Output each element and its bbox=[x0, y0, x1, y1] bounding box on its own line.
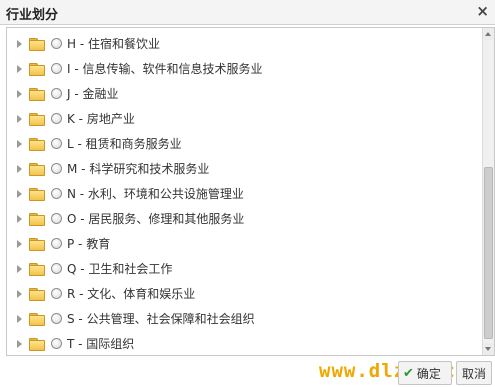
tree-item-t[interactable]: T - 国际组织 bbox=[7, 331, 483, 355]
tree-item-label[interactable]: I - 信息传输、软件和信息技术服务业 bbox=[67, 60, 263, 77]
tree-item-label[interactable]: O - 居民服务、修理和其他服务业 bbox=[67, 210, 244, 227]
expand-triangle-icon[interactable] bbox=[17, 289, 22, 298]
tree-item-label[interactable]: K - 房地产业 bbox=[67, 110, 135, 127]
scrollbar-thumb[interactable] bbox=[484, 167, 493, 339]
expand-triangle-icon[interactable] bbox=[17, 164, 22, 173]
folder-icon bbox=[29, 112, 45, 126]
tree-item-q[interactable]: Q - 卫生和社会工作 bbox=[7, 256, 483, 281]
tree-item-label[interactable]: M - 科学研究和技术服务业 bbox=[67, 160, 209, 177]
radio-button[interactable] bbox=[51, 338, 62, 349]
close-icon[interactable]: × bbox=[476, 2, 489, 20]
expand-triangle-icon[interactable] bbox=[17, 239, 22, 248]
radio-button[interactable] bbox=[51, 238, 62, 249]
expand-triangle-icon[interactable] bbox=[17, 189, 22, 198]
tree-item-h[interactable]: H - 住宿和餐饮业 bbox=[7, 31, 483, 56]
cancel-label: 取消 bbox=[461, 366, 486, 381]
tree-item-label[interactable]: N - 水利、环境和公共设施管理业 bbox=[67, 185, 244, 202]
folder-icon bbox=[29, 287, 45, 301]
folder-icon bbox=[29, 337, 45, 351]
folder-icon bbox=[29, 37, 45, 51]
tree-item-label[interactable]: J - 金融业 bbox=[67, 85, 119, 102]
radio-button[interactable] bbox=[51, 113, 62, 124]
radio-button[interactable] bbox=[51, 188, 62, 199]
expand-triangle-icon[interactable] bbox=[17, 139, 22, 148]
folder-icon bbox=[29, 212, 45, 226]
radio-button[interactable] bbox=[51, 63, 62, 74]
expand-triangle-icon[interactable] bbox=[17, 214, 22, 223]
radio-button[interactable] bbox=[51, 138, 62, 149]
expand-triangle-icon[interactable] bbox=[17, 114, 22, 123]
scroll-down-arrow-icon[interactable] bbox=[483, 343, 494, 355]
tree-item-p[interactable]: P - 教育 bbox=[7, 231, 483, 256]
tree-item-label[interactable]: S - 公共管理、社会保障和社会组织 bbox=[67, 310, 255, 327]
check-icon: ✔ bbox=[403, 365, 414, 381]
folder-icon bbox=[29, 237, 45, 251]
folder-icon bbox=[29, 162, 45, 176]
folder-icon bbox=[29, 187, 45, 201]
radio-button[interactable] bbox=[51, 313, 62, 324]
vertical-scrollbar[interactable] bbox=[482, 28, 494, 355]
folder-icon bbox=[29, 87, 45, 101]
dialog-titlebar: 行业划分 × bbox=[0, 0, 495, 25]
tree-item-o[interactable]: O - 居民服务、修理和其他服务业 bbox=[7, 206, 483, 231]
radio-button[interactable] bbox=[51, 163, 62, 174]
folder-icon bbox=[29, 262, 45, 276]
confirm-button[interactable]: ✔ 确定 bbox=[398, 361, 452, 385]
tree-item-s[interactable]: S - 公共管理、社会保障和社会组织 bbox=[7, 306, 483, 331]
tree-item-label[interactable]: T - 国际组织 bbox=[67, 335, 134, 352]
expand-triangle-icon[interactable] bbox=[17, 339, 22, 348]
expand-triangle-icon[interactable] bbox=[17, 264, 22, 273]
tree-item-i[interactable]: I - 信息传输、软件和信息技术服务业 bbox=[7, 56, 483, 81]
tree-item-label[interactable]: L - 租赁和商务服务业 bbox=[67, 135, 182, 152]
dialog-title: 行业划分 bbox=[6, 8, 59, 23]
radio-button[interactable] bbox=[51, 213, 62, 224]
expand-triangle-icon[interactable] bbox=[17, 39, 22, 48]
dialog-footer: www.dlztb.com ✔ 确定 取消 bbox=[0, 357, 495, 387]
tree-panel: H - 住宿和餐饮业 I - 信息传输、软件和信息技术服务业 J - 金融业 K… bbox=[6, 27, 495, 356]
radio-button[interactable] bbox=[51, 88, 62, 99]
tree-item-m[interactable]: M - 科学研究和技术服务业 bbox=[7, 156, 483, 181]
cancel-button[interactable]: 取消 bbox=[456, 361, 492, 385]
folder-icon bbox=[29, 312, 45, 326]
tree-item-label[interactable]: R - 文化、体育和娱乐业 bbox=[67, 285, 195, 302]
expand-triangle-icon[interactable] bbox=[17, 89, 22, 98]
tree-item-label[interactable]: P - 教育 bbox=[67, 235, 110, 252]
expand-triangle-icon[interactable] bbox=[17, 314, 22, 323]
tree-item-label[interactable]: H - 住宿和餐饮业 bbox=[67, 35, 160, 52]
radio-button[interactable] bbox=[51, 263, 62, 274]
tree-item-label[interactable]: Q - 卫生和社会工作 bbox=[67, 260, 172, 277]
tree-item-l[interactable]: L - 租赁和商务服务业 bbox=[7, 131, 483, 156]
expand-triangle-icon[interactable] bbox=[17, 64, 22, 73]
tree-item-k[interactable]: K - 房地产业 bbox=[7, 106, 483, 131]
radio-button[interactable] bbox=[51, 38, 62, 49]
folder-icon bbox=[29, 137, 45, 151]
tree-item-j[interactable]: J - 金融业 bbox=[7, 81, 483, 106]
radio-button[interactable] bbox=[51, 288, 62, 299]
folder-icon bbox=[29, 62, 45, 76]
scroll-up-arrow-icon[interactable] bbox=[483, 28, 494, 40]
confirm-label: 确定 bbox=[416, 366, 441, 381]
tree-item-n[interactable]: N - 水利、环境和公共设施管理业 bbox=[7, 181, 483, 206]
tree-item-r[interactable]: R - 文化、体育和娱乐业 bbox=[7, 281, 483, 306]
